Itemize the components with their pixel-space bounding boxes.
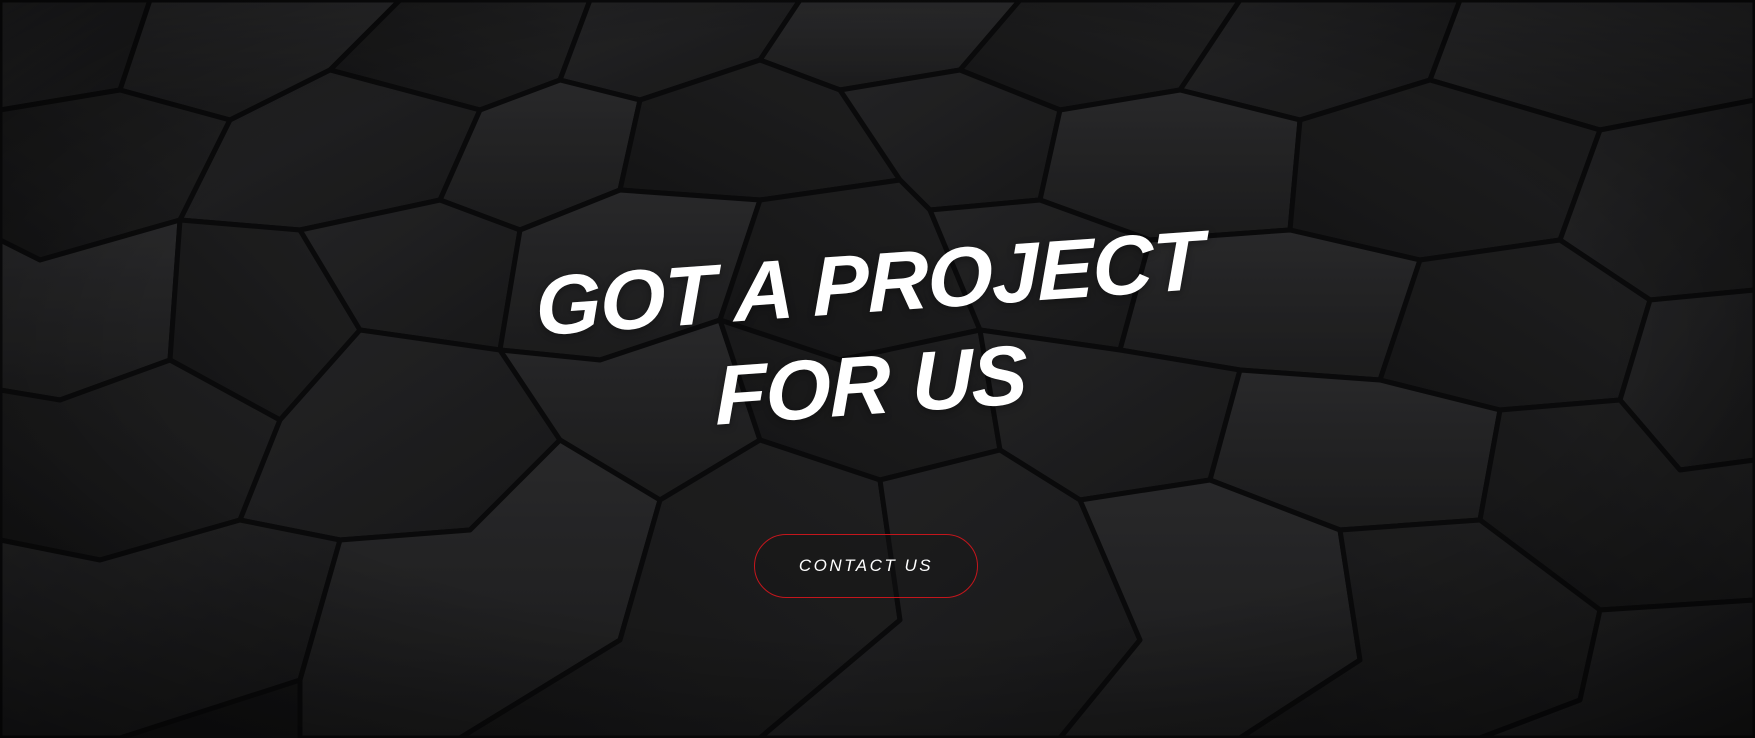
contact-us-button[interactable]: CONTACT US (754, 534, 978, 598)
hero-section: GOT A PROJECT FOR US CONTACT US (0, 0, 1755, 738)
